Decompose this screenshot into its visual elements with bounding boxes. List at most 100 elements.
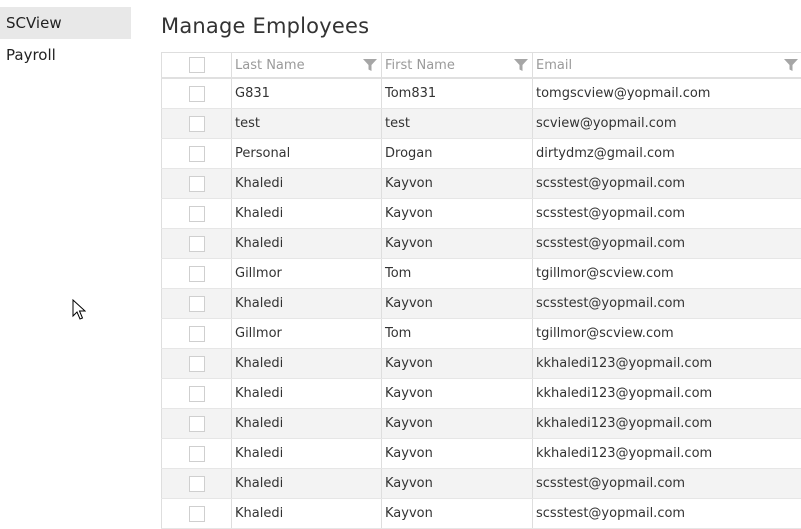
table-row[interactable]: KhalediKayvonscsstest@yopmail.com xyxy=(162,469,801,499)
row-checkbox[interactable] xyxy=(189,326,205,342)
last-name-cell: Khaledi xyxy=(232,469,382,499)
email-cell: tgillmor@scview.com xyxy=(533,319,801,349)
row-checkbox[interactable] xyxy=(189,266,205,282)
first-name-cell: Kayvon xyxy=(382,439,533,469)
row-select-cell xyxy=(162,469,232,499)
email-cell: kkhaledi123@yopmail.com xyxy=(533,409,801,439)
row-checkbox[interactable] xyxy=(189,86,205,102)
first-name-cell: Kayvon xyxy=(382,379,533,409)
sidebar-item-payroll[interactable]: Payroll xyxy=(0,39,131,71)
table-row[interactable]: KhalediKayvonkkhaledi123@yopmail.com xyxy=(162,439,801,469)
table-row[interactable]: KhalediKayvonscsstest@yopmail.com xyxy=(162,169,801,199)
row-checkbox[interactable] xyxy=(189,386,205,402)
column-header-first-name[interactable]: First Name xyxy=(382,53,533,79)
table-row[interactable]: GillmorTomtgillmor@scview.com xyxy=(162,319,801,349)
first-name-cell: Kayvon xyxy=(382,499,533,529)
row-select-cell xyxy=(162,379,232,409)
first-name-cell: Kayvon xyxy=(382,469,533,499)
email-cell: kkhaledi123@yopmail.com xyxy=(533,439,801,469)
column-header-label: Last Name xyxy=(235,58,305,73)
select-all-cell xyxy=(162,53,232,79)
row-checkbox[interactable] xyxy=(189,116,205,132)
last-name-cell: Khaledi xyxy=(232,169,382,199)
email-cell: tomgscview@yopmail.com xyxy=(533,78,801,109)
table-row[interactable]: KhalediKayvonkkhaledi123@yopmail.com xyxy=(162,349,801,379)
email-cell: scview@yopmail.com xyxy=(533,109,801,139)
column-header-label: First Name xyxy=(385,58,455,73)
row-checkbox[interactable] xyxy=(189,356,205,372)
email-cell: dirtydmz@gmail.com xyxy=(533,139,801,169)
row-checkbox[interactable] xyxy=(189,446,205,462)
row-select-cell xyxy=(162,229,232,259)
main-content: Manage Employees Last Name First Name xyxy=(161,10,801,529)
row-select-cell xyxy=(162,259,232,289)
table-row[interactable]: KhalediKayvonscsstest@yopmail.com xyxy=(162,499,801,529)
first-name-cell: Kayvon xyxy=(382,289,533,319)
last-name-cell: Khaledi xyxy=(232,229,382,259)
row-checkbox[interactable] xyxy=(189,206,205,222)
mouse-pointer-icon xyxy=(72,299,86,321)
email-cell: scsstest@yopmail.com xyxy=(533,199,801,229)
last-name-cell: Gillmor xyxy=(232,259,382,289)
row-select-cell xyxy=(162,139,232,169)
column-header-label: Email xyxy=(536,58,572,73)
page-title: Manage Employees xyxy=(161,10,801,52)
row-select-cell xyxy=(162,109,232,139)
table-row[interactable]: PersonalDrogandirtydmz@gmail.com xyxy=(162,139,801,169)
row-select-cell xyxy=(162,439,232,469)
row-select-cell xyxy=(162,78,232,109)
filter-icon[interactable] xyxy=(514,58,528,72)
last-name-cell: Khaledi xyxy=(232,439,382,469)
email-cell: kkhaledi123@yopmail.com xyxy=(533,379,801,409)
grid-header-row: Last Name First Name Email xyxy=(162,53,801,79)
first-name-cell: Tom831 xyxy=(382,78,533,109)
row-select-cell xyxy=(162,199,232,229)
last-name-cell: Khaledi xyxy=(232,199,382,229)
row-checkbox[interactable] xyxy=(189,146,205,162)
table-row[interactable]: KhalediKayvonkkhaledi123@yopmail.com xyxy=(162,379,801,409)
email-cell: tgillmor@scview.com xyxy=(533,259,801,289)
email-cell: scsstest@yopmail.com xyxy=(533,169,801,199)
grid-body: G831Tom831tomgscview@yopmail.comtesttest… xyxy=(162,78,801,529)
email-cell: scsstest@yopmail.com xyxy=(533,469,801,499)
table-row[interactable]: G831Tom831tomgscview@yopmail.com xyxy=(162,78,801,109)
last-name-cell: Khaledi xyxy=(232,409,382,439)
table-row[interactable]: KhalediKayvonscsstest@yopmail.com xyxy=(162,289,801,319)
email-cell: kkhaledi123@yopmail.com xyxy=(533,349,801,379)
row-select-cell xyxy=(162,499,232,529)
employees-grid: Last Name First Name Email G831Tom831tom… xyxy=(161,52,801,529)
first-name-cell: Kayvon xyxy=(382,409,533,439)
row-checkbox[interactable] xyxy=(189,176,205,192)
row-checkbox[interactable] xyxy=(189,416,205,432)
row-select-cell xyxy=(162,409,232,439)
email-cell: scsstest@yopmail.com xyxy=(533,229,801,259)
select-all-checkbox[interactable] xyxy=(189,57,205,73)
table-row[interactable]: KhalediKayvonscsstest@yopmail.com xyxy=(162,229,801,259)
column-header-last-name[interactable]: Last Name xyxy=(232,53,382,79)
first-name-cell: test xyxy=(382,109,533,139)
filter-icon[interactable] xyxy=(363,58,377,72)
filter-icon[interactable] xyxy=(784,58,798,72)
last-name-cell: Khaledi xyxy=(232,289,382,319)
first-name-cell: Kayvon xyxy=(382,349,533,379)
sidebar-item-scview[interactable]: SCView xyxy=(0,7,131,39)
table-row[interactable]: GillmorTomtgillmor@scview.com xyxy=(162,259,801,289)
first-name-cell: Tom xyxy=(382,259,533,289)
row-checkbox[interactable] xyxy=(189,476,205,492)
last-name-cell: Khaledi xyxy=(232,499,382,529)
table-row[interactable]: KhalediKayvonkkhaledi123@yopmail.com xyxy=(162,409,801,439)
first-name-cell: Tom xyxy=(382,319,533,349)
last-name-cell: test xyxy=(232,109,382,139)
row-checkbox[interactable] xyxy=(189,236,205,252)
email-cell: scsstest@yopmail.com xyxy=(533,289,801,319)
row-select-cell xyxy=(162,349,232,379)
first-name-cell: Kayvon xyxy=(382,169,533,199)
sidebar-nav: SCView Payroll xyxy=(0,7,131,71)
row-select-cell xyxy=(162,319,232,349)
table-row[interactable]: KhalediKayvonscsstest@yopmail.com xyxy=(162,199,801,229)
last-name-cell: Gillmor xyxy=(232,319,382,349)
row-checkbox[interactable] xyxy=(189,296,205,312)
row-checkbox[interactable] xyxy=(189,506,205,522)
table-row[interactable]: testtestscview@yopmail.com xyxy=(162,109,801,139)
column-header-email[interactable]: Email xyxy=(533,53,801,79)
